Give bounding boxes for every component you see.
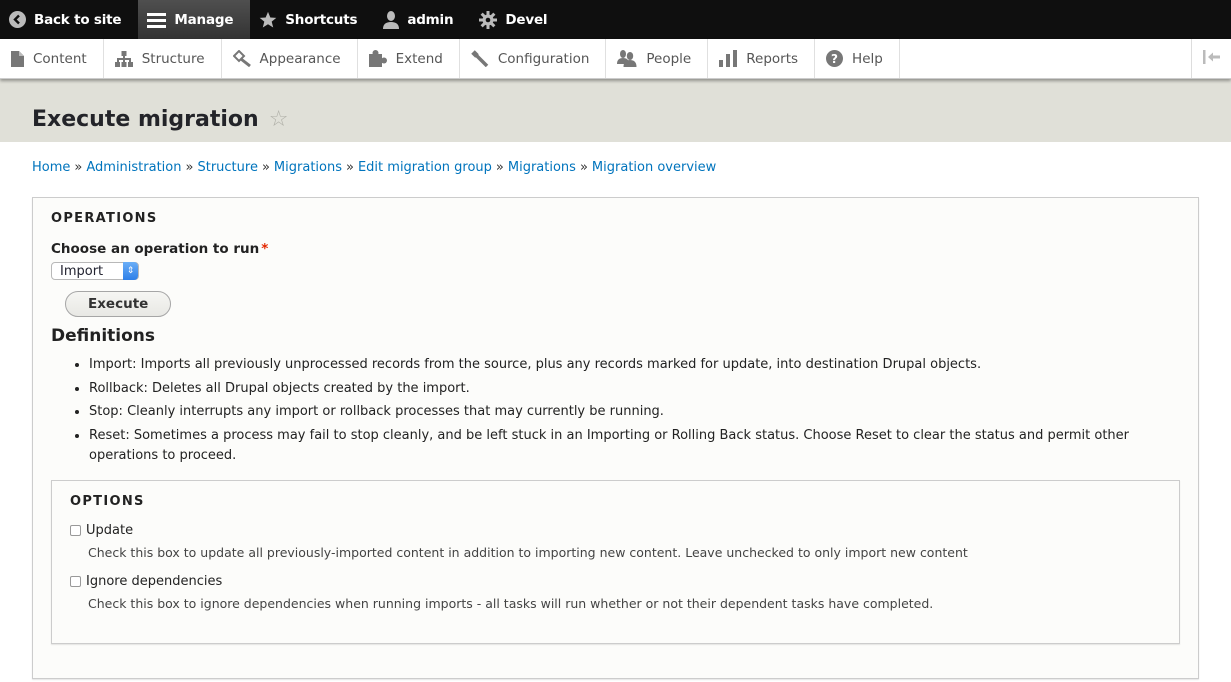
people-icon bbox=[617, 50, 637, 67]
operation-select-value: Import bbox=[60, 263, 104, 279]
definitions-list: Import: Imports all previously unprocess… bbox=[51, 355, 1180, 466]
definition-item: Reset: Sometimes a process may fail to s… bbox=[89, 426, 1180, 466]
tray-item-label: Configuration bbox=[497, 50, 590, 67]
puzzle-icon bbox=[368, 50, 387, 67]
tray-spacer bbox=[900, 39, 1191, 78]
bar-chart-icon bbox=[719, 50, 738, 67]
collapse-arrow-icon bbox=[1202, 49, 1221, 68]
toolbar-devel[interactable]: Devel bbox=[470, 0, 564, 39]
required-marker: * bbox=[261, 241, 269, 257]
toolbar-item-label: admin bbox=[407, 11, 454, 28]
tray-item-content[interactable]: Content bbox=[0, 39, 104, 78]
operation-select-label-text: Choose an operation to run bbox=[51, 241, 260, 257]
help-circle-icon: ? bbox=[826, 50, 844, 67]
options-legend: Options bbox=[70, 493, 145, 509]
definition-item: Stop: Cleanly interrupts any import or r… bbox=[89, 402, 1180, 422]
svg-text:?: ? bbox=[831, 52, 838, 66]
hamburger-menu-icon bbox=[147, 12, 167, 28]
tray-item-appearance[interactable]: Appearance bbox=[222, 39, 358, 78]
breadcrumb-separator: » bbox=[495, 160, 504, 175]
tray-item-label: Extend bbox=[395, 50, 443, 67]
execute-button[interactable]: Execute bbox=[65, 291, 172, 317]
toolbar-manage[interactable]: Manage bbox=[138, 0, 251, 39]
page-title: Execute migration ☆ bbox=[32, 107, 1231, 132]
operations-legend: Operations bbox=[51, 211, 158, 226]
breadcrumb-migration-overview[interactable]: Migration overview bbox=[592, 160, 716, 175]
page-header: Execute migration ☆ bbox=[0, 79, 1231, 142]
breadcrumb-home[interactable]: Home bbox=[32, 160, 70, 175]
operation-select-label: Choose an operation to run * bbox=[51, 241, 1180, 257]
collapse-tray-button[interactable] bbox=[1191, 39, 1231, 78]
toolbar-shortcuts[interactable]: Shortcuts bbox=[250, 0, 374, 39]
ignore-dependencies-description: Check this box to ignore dependencies wh… bbox=[88, 595, 934, 611]
update-checkbox-label[interactable]: Update bbox=[86, 523, 133, 538]
tray-item-people[interactable]: People bbox=[606, 39, 709, 78]
admin-menu-tray: Content Structure Appearance Extend Conf… bbox=[0, 39, 1231, 79]
user-icon bbox=[383, 10, 400, 29]
tray-item-label: Reports bbox=[746, 50, 799, 67]
back-arrow-circle-icon bbox=[9, 11, 26, 28]
option-ignore-dependencies-row: Ignore dependencies bbox=[70, 574, 1161, 589]
document-icon bbox=[11, 50, 24, 67]
definition-item: Import: Imports all previously unprocess… bbox=[89, 355, 1180, 375]
tray-item-structure[interactable]: Structure bbox=[104, 39, 222, 78]
breadcrumb-separator: » bbox=[261, 160, 270, 175]
definition-item: Rollback: Deletes all Drupal objects cre… bbox=[89, 379, 1180, 399]
toolbar-back-to-site[interactable]: Back to site bbox=[0, 0, 138, 39]
tray-item-help[interactable]: ? Help bbox=[815, 39, 900, 78]
operations-fieldset: Operations Choose an operation to run * I… bbox=[32, 197, 1199, 679]
breadcrumb-migrations[interactable]: Migrations bbox=[274, 160, 342, 175]
tray-item-label: Content bbox=[33, 50, 87, 67]
breadcrumb-structure[interactable]: Structure bbox=[197, 160, 257, 175]
toolbar-item-label: Manage bbox=[174, 11, 234, 28]
select-updown-icon: ⇕ bbox=[123, 262, 138, 280]
tray-item-label: People bbox=[646, 50, 692, 67]
ignore-dependencies-checkbox[interactable] bbox=[70, 575, 81, 587]
tray-item-configuration[interactable]: Configuration bbox=[460, 39, 607, 78]
toolbar-user[interactable]: admin bbox=[374, 0, 470, 39]
tray-item-label: Structure bbox=[141, 50, 205, 67]
update-checkbox[interactable] bbox=[70, 524, 81, 536]
breadcrumb-administration[interactable]: Administration bbox=[86, 160, 181, 175]
breadcrumb-separator: » bbox=[185, 160, 194, 175]
option-update: Update Check this box to update all prev… bbox=[70, 523, 1161, 560]
page-title-text: Execute migration bbox=[32, 107, 259, 132]
toolbar-item-label: Shortcuts bbox=[285, 11, 358, 28]
update-description: Check this box to update all previously-… bbox=[88, 544, 968, 560]
wrench-icon bbox=[471, 50, 489, 67]
star-icon bbox=[259, 11, 277, 29]
breadcrumb-edit-migration-group[interactable]: Edit migration group bbox=[358, 160, 492, 175]
toolbar-item-label: Back to site bbox=[34, 11, 122, 28]
ignore-dependencies-checkbox-label[interactable]: Ignore dependencies bbox=[86, 574, 222, 589]
paintbrush-icon bbox=[232, 50, 251, 67]
option-ignore-dependencies: Ignore dependencies Check this box to ig… bbox=[70, 574, 1161, 611]
gear-icon bbox=[479, 10, 498, 29]
definitions-heading: Definitions bbox=[51, 326, 156, 346]
breadcrumb-separator: » bbox=[579, 160, 588, 175]
tray-item-label: Help bbox=[852, 50, 883, 67]
tray-item-extend[interactable]: Extend bbox=[358, 39, 460, 78]
tray-item-label: Appearance bbox=[259, 50, 341, 67]
admin-toolbar: Back to site Manage Shortcuts admin Deve… bbox=[0, 0, 1231, 39]
breadcrumb-separator: » bbox=[346, 160, 354, 175]
sitemap-icon bbox=[114, 50, 133, 67]
breadcrumb-migrations-list[interactable]: Migrations bbox=[508, 160, 576, 175]
breadcrumb-separator: » bbox=[74, 160, 83, 175]
option-update-row: Update bbox=[70, 523, 1161, 538]
favorite-star-icon[interactable]: ☆ bbox=[269, 107, 289, 132]
operation-select[interactable]: Import ⇕ bbox=[51, 262, 139, 280]
options-fieldset: Options Update Check this box to update … bbox=[51, 479, 1180, 644]
tray-item-reports[interactable]: Reports bbox=[708, 39, 816, 78]
toolbar-item-label: Devel bbox=[505, 11, 548, 28]
breadcrumb: Home» Administration» Structure» Migrations… bbox=[0, 142, 1231, 175]
